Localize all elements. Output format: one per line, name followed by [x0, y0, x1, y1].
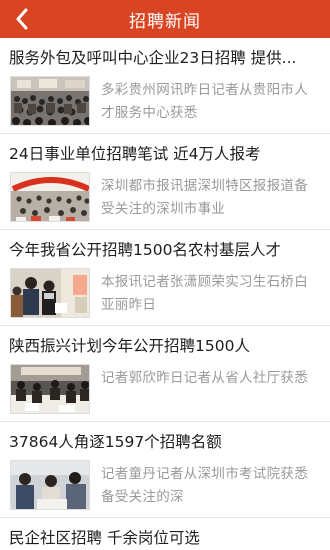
- news-title: 陕西振兴计划今年公开招聘1500人: [9, 337, 250, 355]
- news-thumbnail: [10, 268, 90, 318]
- news-thumbnail: [10, 460, 90, 510]
- news-title: 服务外包及呼叫中心企业23日招聘 提供...: [9, 49, 297, 67]
- news-summary: 本报讯记者张潇顾荣实习生石桥白亚丽昨日: [101, 274, 308, 313]
- news-summary: 深圳都市报讯据深圳特区报报道备受关注的深圳市事业: [101, 178, 308, 217]
- news-item[interactable]: 服务外包及呼叫中心企业23日招聘 提供... 多彩贵州网讯昨日记者从贵阳市人才服…: [0, 38, 330, 134]
- back-button[interactable]: [0, 0, 44, 38]
- news-item[interactable]: 今年我省公开招聘1500名农村基层人才 本报讯记者张潇顾荣实习生石桥白亚丽昨日: [0, 230, 330, 326]
- news-item[interactable]: 陕西振兴计划今年公开招聘1500人 记者郭欣昨日记者从省人社厅获悉: [0, 326, 330, 422]
- news-thumbnail: [10, 364, 90, 414]
- news-title: 今年我省公开招聘1500名农村基层人才: [9, 241, 281, 259]
- back-arrow-icon: [16, 8, 28, 30]
- news-item[interactable]: 民企社区招聘 千余岗位可选: [0, 518, 330, 550]
- news-summary: 记者郭欣昨日记者从省人社厅获悉: [101, 370, 308, 386]
- title-bar: 招聘新闻: [0, 0, 330, 38]
- news-title: 民企社区招聘 千余岗位可选: [9, 529, 200, 547]
- news-title: 24日事业单位招聘笔试 近4万人报考: [9, 145, 261, 163]
- app-screen: 招聘新闻 服务外包及呼叫中心企业23日招聘 提供... 多彩贵州网讯昨日记者从贵…: [0, 0, 330, 550]
- news-item[interactable]: 37864人角逐1597个招聘名额 记者童丹记者从深圳市考试院获悉备受关注的深: [0, 422, 330, 518]
- news-summary: 记者童丹记者从深圳市考试院获悉备受关注的深: [101, 466, 308, 505]
- news-item[interactable]: 24日事业单位招聘笔试 近4万人报考 深圳都市报讯据深圳特区报报道备受关注的深圳…: [0, 134, 330, 230]
- news-thumbnail: [10, 172, 90, 222]
- news-thumbnail: [10, 76, 90, 126]
- page-title: 招聘新闻: [129, 11, 201, 32]
- news-list[interactable]: 服务外包及呼叫中心企业23日招聘 提供... 多彩贵州网讯昨日记者从贵阳市人才服…: [0, 38, 330, 550]
- news-summary: 多彩贵州网讯昨日记者从贵阳市人才服务中心获悉: [101, 82, 308, 121]
- news-title: 37864人角逐1597个招聘名额: [9, 433, 222, 451]
